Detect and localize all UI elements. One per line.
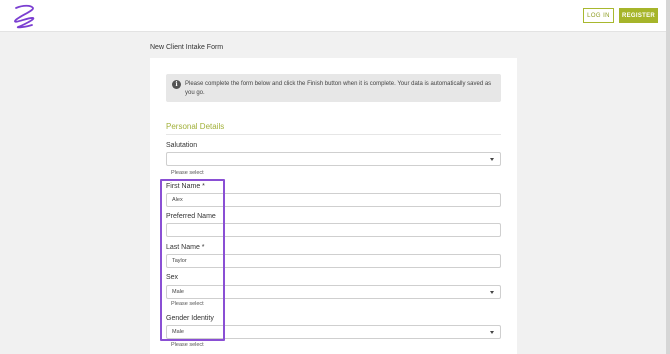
sex-hint: Please select bbox=[171, 301, 204, 307]
login-button[interactable]: LOG IN bbox=[583, 8, 614, 23]
chevron-down-icon bbox=[490, 331, 494, 334]
info-notice: i Please complete the form below and cli… bbox=[166, 74, 501, 102]
salutation-select[interactable] bbox=[166, 152, 501, 166]
sex-value: Male bbox=[172, 289, 184, 295]
page-scrollbar[interactable] bbox=[666, 0, 670, 354]
gender-identity-value: Male bbox=[172, 329, 184, 335]
section-title-personal-details: Personal Details bbox=[166, 122, 225, 131]
chevron-down-icon bbox=[490, 291, 494, 294]
last-name-label: Last Name * bbox=[166, 244, 205, 251]
gender-identity-label: Gender Identity bbox=[166, 315, 214, 322]
first-name-field[interactable]: Alex bbox=[166, 193, 501, 207]
preferred-name-label: Preferred Name bbox=[166, 213, 216, 220]
first-name-label: First Name * bbox=[166, 183, 205, 190]
gender-identity-select[interactable]: Male bbox=[166, 325, 501, 339]
scribble-logo-icon[interactable] bbox=[9, 3, 41, 30]
last-name-field[interactable]: Taylor bbox=[166, 254, 501, 268]
info-icon: i bbox=[172, 80, 181, 89]
salutation-hint: Please select bbox=[171, 170, 204, 176]
notice-text: Please complete the form below and click… bbox=[185, 81, 492, 96]
section-divider bbox=[166, 134, 501, 135]
first-name-value: Alex bbox=[172, 197, 183, 203]
intake-form-card: i Please complete the form below and cli… bbox=[150, 58, 517, 354]
sex-select[interactable]: Male bbox=[166, 285, 501, 299]
register-button[interactable]: REGISTER bbox=[619, 8, 658, 23]
page-title: New Client Intake Form bbox=[150, 44, 224, 51]
salutation-label: Salutation bbox=[166, 142, 198, 149]
last-name-value: Taylor bbox=[172, 258, 187, 264]
sex-label: Sex bbox=[166, 274, 179, 281]
gender-identity-hint: Please select bbox=[171, 342, 204, 348]
top-header: LOG IN REGISTER bbox=[0, 0, 670, 32]
preferred-name-field[interactable] bbox=[166, 223, 501, 237]
chevron-down-icon bbox=[490, 158, 494, 161]
